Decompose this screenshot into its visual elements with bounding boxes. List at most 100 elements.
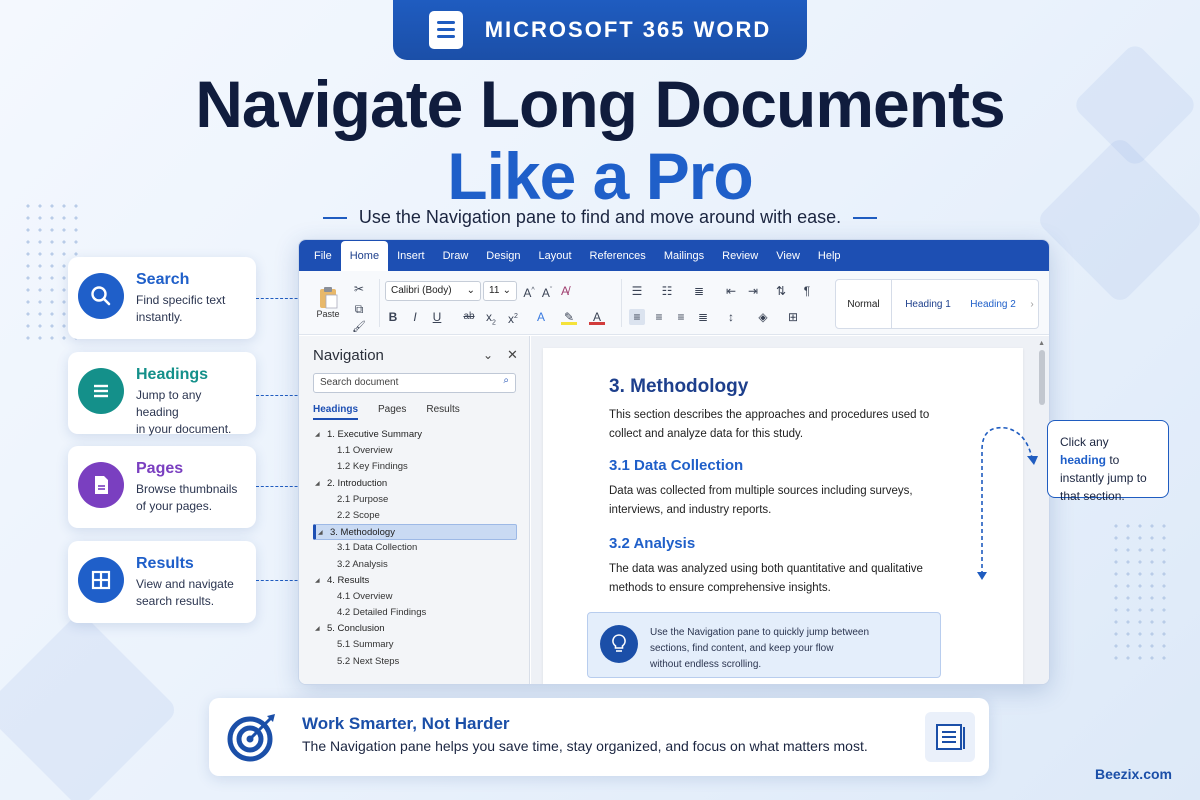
bullets-icon[interactable]: ☰ [629, 283, 645, 299]
text-effects-icon[interactable]: A [533, 309, 549, 325]
feature-title: Headings [136, 366, 209, 383]
numbering-icon[interactable]: ☷ [659, 283, 675, 299]
clipboard-icon [320, 287, 338, 309]
page-title: Navigate Long Documents [195, 67, 1005, 141]
banner-title: Work Smarter, Not Harder [302, 714, 510, 733]
cut-icon[interactable]: ✂ [351, 281, 367, 297]
chevron-down-icon[interactable]: ⌄ [483, 348, 493, 362]
heading-item[interactable]: 5.1 Summary [313, 637, 517, 653]
badge-label: MICROSOFT 365 WORD [484, 17, 772, 42]
tab-pages[interactable]: Pages [378, 404, 406, 420]
word-window: File Home Insert Draw Design Layout Refe… [298, 239, 1050, 685]
menu-mailings[interactable]: Mailings [655, 250, 713, 271]
feature-card-results: Results View and navigate search results. [68, 541, 256, 623]
grow-font-icon[interactable]: A^ [521, 283, 537, 300]
doc-heading-2: 3.2 Analysis [609, 535, 696, 552]
italic-icon[interactable]: I [407, 309, 423, 325]
styles-more-icon[interactable]: › [1026, 280, 1038, 328]
font-family-select[interactable]: Calibri (Body) ⌄ [385, 281, 481, 301]
close-icon[interactable]: ✕ [507, 347, 518, 363]
scrollbar-thumb[interactable] [1039, 350, 1045, 405]
heading-item[interactable]: 3.1 Data Collection [313, 540, 517, 556]
paste-button[interactable]: Paste [311, 279, 345, 325]
heading-item[interactable]: 1.2 Key Findings [313, 459, 517, 475]
menu-layout[interactable]: Layout [530, 250, 581, 271]
feature-card-pages: Pages Browse thumbnails of your pages. [68, 446, 256, 528]
font-size-select[interactable]: 11 ⌄ [483, 281, 517, 301]
doc-paragraph: Data was collected from multiple sources… [609, 485, 913, 516]
heading-item[interactable]: 5.2 Next Steps [313, 654, 517, 670]
sort-icon[interactable]: ⇅ [773, 283, 789, 299]
clear-format-icon[interactable]: A̸ [557, 283, 573, 299]
nav-search-input[interactable]: Search document ⌕ [313, 373, 516, 393]
bold-icon[interactable]: B [385, 309, 401, 325]
strikethrough-icon[interactable]: ab [461, 309, 477, 325]
align-left-icon[interactable]: ≡ [629, 309, 645, 325]
feature-desc: View and navigate search results. [136, 577, 234, 608]
search-icon [78, 273, 124, 319]
menu-insert[interactable]: Insert [388, 250, 434, 271]
heading-callout: Click any heading to instantly jump to t… [1047, 420, 1169, 503]
document-icon [925, 712, 975, 762]
format-painter-icon[interactable]: 🖌 [351, 319, 367, 335]
search-icon[interactable]: ⌕ [503, 375, 509, 386]
menu-design[interactable]: Design [477, 250, 529, 271]
style-normal[interactable]: Normal [836, 280, 892, 328]
show-marks-icon[interactable]: ¶ [799, 283, 815, 299]
tab-results[interactable]: Results [426, 404, 459, 420]
align-center-icon[interactable]: ≡ [651, 309, 667, 325]
menu-help[interactable]: Help [809, 250, 850, 271]
scroll-up-icon[interactable]: ▲ [1038, 340, 1045, 347]
feature-card-headings: Headings Jump to any heading in your docu… [68, 352, 256, 436]
style-heading-2[interactable]: Heading 2 [962, 280, 1024, 328]
decrease-indent-icon[interactable]: ⇤ [723, 283, 739, 299]
justify-icon[interactable]: ≣ [695, 309, 711, 325]
font-color-icon[interactable]: A [589, 309, 605, 325]
superscript-icon[interactable]: x2 [505, 309, 521, 326]
heading-item[interactable]: 2.1 Purpose [313, 492, 517, 508]
feature-card-search: Search Find specific text instantly. [68, 257, 256, 339]
summary-banner: Work Smarter, Not Harder The Navigation … [209, 698, 989, 776]
borders-icon[interactable]: ⊞ [785, 309, 801, 325]
increase-indent-icon[interactable]: ⇥ [745, 283, 761, 299]
heading-item-selected[interactable]: 3. Methodology [313, 524, 517, 541]
menu-review[interactable]: Review [713, 250, 767, 271]
feature-desc: Jump to any heading in your document. [136, 388, 232, 436]
multilevel-list-icon[interactable]: ≣ [691, 283, 707, 299]
page-icon [78, 462, 124, 508]
tab-headings[interactable]: Headings [313, 404, 359, 420]
line-spacing-icon[interactable]: ↕ [723, 309, 739, 325]
shading-icon[interactable]: ◈ [755, 309, 771, 325]
tip-text: Use the Navigation pane to quickly jump … [650, 627, 870, 670]
heading-item[interactable]: 2.2 Scope [313, 508, 517, 524]
heading-item[interactable]: 3.2 Analysis [313, 557, 517, 573]
underline-icon[interactable]: U [429, 309, 445, 325]
menu-view[interactable]: View [767, 250, 809, 271]
heading-item[interactable]: 2. Introduction [313, 476, 517, 492]
word-doc-icon [428, 11, 463, 49]
document-page[interactable]: 3. Methodology This section describes th… [543, 348, 1023, 684]
divider [621, 279, 622, 327]
product-badge: MICROSOFT 365 WORD [393, 0, 807, 60]
heading-item[interactable]: 1.1 Overview [313, 443, 517, 459]
navigation-pane: Navigation ⌄ ✕ Search document ⌕ Heading… [299, 336, 530, 684]
heading-item[interactable]: 5. Conclusion [313, 621, 517, 637]
menu-file[interactable]: File [305, 250, 341, 271]
heading-item[interactable]: 4.2 Detailed Findings [313, 605, 517, 621]
heading-item[interactable]: 4.1 Overview [313, 589, 517, 605]
bg-diamond [0, 611, 179, 800]
menu-references[interactable]: References [581, 250, 655, 271]
subscript-icon[interactable]: x2 [483, 309, 499, 326]
shrink-font-icon[interactable]: Aˇ [539, 283, 555, 300]
doc-paragraph: The data was analyzed using both quantit… [609, 563, 923, 594]
menu-home[interactable]: Home [340, 241, 389, 271]
nav-title: Navigation [313, 347, 384, 364]
menu-draw[interactable]: Draw [434, 250, 478, 271]
highlight-icon[interactable]: ✎ [561, 309, 577, 325]
heading-item[interactable]: 1. Executive Summary [313, 427, 517, 443]
align-right-icon[interactable]: ≡ [673, 309, 689, 325]
heading-item[interactable]: 4. Results [313, 573, 517, 589]
bg-dots [1110, 520, 1170, 660]
style-heading-1[interactable]: Heading 1 [896, 280, 960, 328]
copy-icon[interactable]: ⧉ [351, 301, 367, 317]
